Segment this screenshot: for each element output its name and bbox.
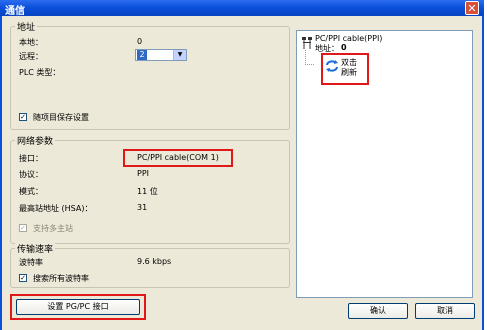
title-bar: 通信 ✕ — [0, 0, 484, 17]
cable-icon — [301, 36, 313, 50]
device-tree[interactable]: PC/PPI cable(PPI) 地址： 0 双击 刷新 — [296, 30, 473, 298]
hsa-label: 最高站地址 (HSA)： — [19, 204, 93, 213]
cancel-button[interactable]: 取消 — [415, 303, 475, 319]
close-icon: ✕ — [467, 2, 477, 15]
mode-label: 模式： — [19, 187, 43, 196]
refresh-icon[interactable] — [325, 60, 339, 72]
dialog-body: 地址 本地： 0 远程： 2 ▼ PLC 类型： ✓ 随项目保存设置 网络参数 … — [0, 16, 484, 330]
plc-type-label: PLC 类型： — [19, 68, 61, 77]
remote-address-select[interactable]: 2 ▼ — [135, 49, 187, 61]
close-button[interactable]: ✕ — [465, 1, 479, 15]
protocol-label: 协议： — [19, 170, 43, 179]
address-group-title: 地址 — [15, 20, 38, 33]
tree-address-value: 0 — [341, 43, 347, 52]
baud-label: 波特率 — [19, 258, 43, 267]
address-group: 地址 本地： 0 远程： 2 ▼ PLC 类型： ✓ 随项目保存设置 — [10, 20, 290, 130]
set-pgpc-label: 设置 PG/PC 接口 — [47, 302, 109, 311]
rate-group-title: 传输速率 — [15, 242, 56, 255]
local-label: 本地： — [19, 38, 43, 47]
save-with-project-checkbox[interactable]: ✓ — [19, 113, 27, 121]
network-group: 网络参数 接口： PC/PPI cable(COM 1) 协议： PPI 模式：… — [10, 134, 290, 244]
remote-label: 远程： — [19, 52, 43, 61]
protocol-value: PPI — [137, 169, 150, 178]
window-title: 通信 — [5, 6, 25, 17]
mode-value: 11 位 — [137, 187, 158, 196]
network-group-title: 网络参数 — [15, 134, 56, 147]
multi-master-label: 支持多主站 — [33, 224, 73, 233]
search-all-baud-checkbox[interactable]: ✓ — [19, 274, 27, 282]
ok-label: 确认 — [370, 306, 386, 315]
rate-group: 传输速率 波特率 9.6 kbps ✓ 搜索所有波特率 — [10, 242, 290, 288]
baud-value: 9.6 kbps — [137, 257, 172, 266]
search-all-baud-label: 搜索所有波特率 — [33, 274, 89, 283]
interface-label: 接口： — [19, 154, 43, 163]
tree-connector — [305, 50, 314, 65]
local-value: 0 — [137, 37, 143, 46]
remote-address-value: 2 — [137, 50, 147, 60]
cable-name[interactable]: PC/PPI cable(PPI) — [315, 34, 382, 43]
set-pgpc-button[interactable]: 设置 PG/PC 接口 — [16, 299, 140, 315]
save-with-project-label: 随项目保存设置 — [33, 113, 89, 122]
interface-value: PC/PPI cable(COM 1) — [137, 153, 219, 162]
refresh-line2[interactable]: 刷新 — [341, 67, 357, 78]
hsa-value: 31 — [137, 203, 148, 212]
multi-master-checkbox[interactable]: ✓ — [19, 224, 27, 232]
cancel-label: 取消 — [437, 306, 453, 315]
ok-button[interactable]: 确认 — [348, 303, 408, 319]
chevron-down-icon[interactable]: ▼ — [173, 50, 186, 60]
